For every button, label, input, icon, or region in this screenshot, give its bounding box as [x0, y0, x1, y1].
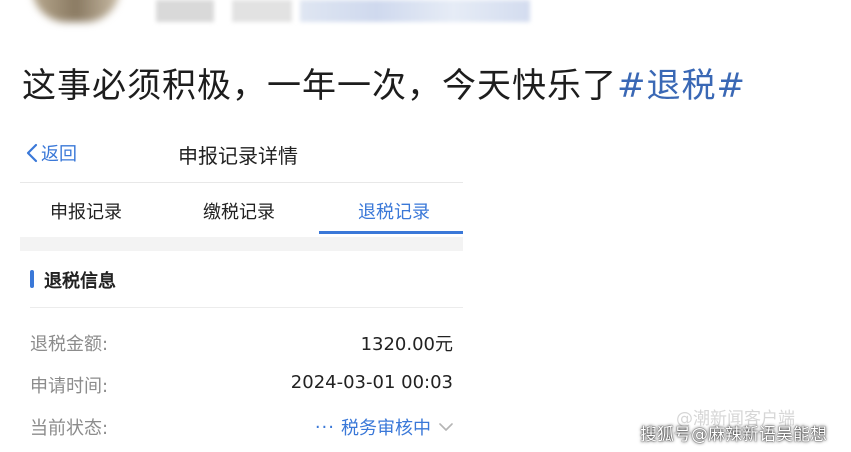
post-text: 这事必须积极，一年一次，今天快乐了#退税# — [22, 58, 746, 107]
avatar — [32, 0, 120, 22]
refund-amount-label: 退税金额: — [30, 334, 109, 355]
watermark: 搜狐号@麻辣新语吴能想 — [640, 425, 827, 445]
back-button[interactable]: 返回 — [26, 140, 77, 166]
chevron-down-icon — [439, 423, 453, 431]
section-gap — [20, 237, 463, 251]
tab-declaration-records[interactable]: 申报记录 — [50, 198, 122, 224]
active-tab-indicator — [319, 231, 463, 234]
nav-bar: 返回 申报记录详情 — [20, 128, 463, 182]
tab-refund-records[interactable]: 退税记录 — [358, 198, 430, 224]
blurred-user-header — [0, 0, 851, 26]
tab-payment-records[interactable]: 缴税记录 — [203, 198, 275, 224]
status-value[interactable]: ··· 税务审核中 — [315, 414, 453, 440]
back-label: 返回 — [41, 144, 77, 165]
divider — [30, 307, 463, 308]
page-title: 申报记录详情 — [178, 144, 298, 168]
section-accent-bar — [30, 270, 34, 288]
hashtag-link[interactable]: #退税# — [617, 66, 746, 106]
section-title: 退税信息 — [44, 271, 116, 292]
blurred-username — [156, 0, 214, 22]
apply-time-value: 2024-03-01 00:03 — [290, 372, 453, 393]
chevron-left-icon — [26, 143, 38, 163]
status-label: 当前状态: — [30, 418, 109, 439]
apply-time-label: 申请时间: — [30, 376, 109, 397]
post-body: 这事必须积极，一年一次，今天快乐了 — [22, 66, 617, 106]
tab-bar: 申报记录 缴税记录 退税记录 — [20, 183, 463, 235]
blurred-meta — [300, 0, 530, 22]
status-dots: ··· — [314, 416, 335, 438]
blurred-username — [232, 0, 292, 22]
refund-amount-value: 1320.00元 — [360, 334, 453, 355]
status-text: 税务审核中 — [341, 418, 431, 439]
tax-refund-screenshot: 返回 申报记录详情 申报记录 缴税记录 退税记录 退税信息 退税金额: 1320… — [20, 128, 463, 452]
